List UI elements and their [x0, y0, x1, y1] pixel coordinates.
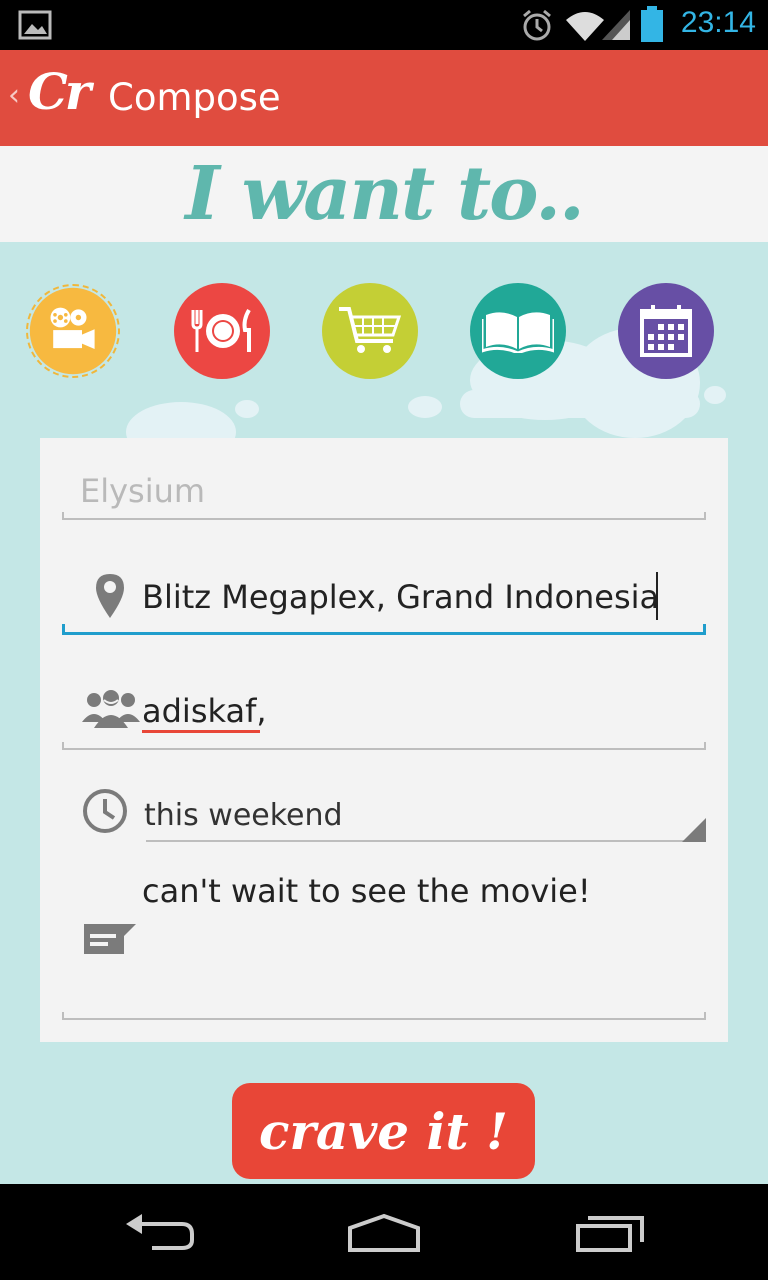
title-input[interactable]: Elysium	[80, 472, 205, 510]
friends-underline-tick	[704, 742, 706, 750]
title-underline-tick	[62, 512, 64, 520]
calendar-icon	[640, 305, 692, 357]
page-title: I want to..	[185, 151, 585, 237]
compose-form: Elysium Blitz Megaplex, Grand Indonesia …	[40, 438, 728, 1042]
message-underline-tick	[704, 1012, 706, 1020]
battery-icon	[641, 6, 663, 42]
location-underline-focused	[62, 632, 706, 635]
action-bar: ‹ Cr Compose	[0, 50, 768, 146]
plate-cutlery-icon	[191, 308, 251, 352]
friends-underline	[62, 748, 706, 750]
movie-camera-icon	[50, 307, 95, 349]
app-logo[interactable]: Cr	[28, 62, 91, 121]
cloud-decoration	[408, 396, 442, 418]
category-movie-button[interactable]	[29, 287, 117, 375]
location-pin-icon	[96, 574, 124, 618]
title-underline-tick	[704, 512, 706, 520]
crave-it-button[interactable]: crave it !	[232, 1083, 535, 1179]
open-book-icon	[482, 312, 554, 353]
shopping-cart-icon	[339, 307, 402, 353]
location-underline-tick	[703, 624, 706, 634]
crave-it-label: crave it !	[259, 1101, 508, 1161]
signal-icon	[602, 10, 630, 40]
cloud-decoration	[235, 400, 259, 418]
status-bar: 23:14	[0, 0, 768, 50]
message-input[interactable]: can't wait to see the movie!	[142, 872, 591, 910]
friends-input[interactable]: adiskaf,	[142, 692, 267, 730]
status-clock: 23:14	[680, 6, 756, 39]
clock-icon	[83, 789, 127, 833]
message-underline-tick	[62, 1012, 64, 1020]
gallery-notification-icon	[18, 10, 52, 40]
recent-apps-icon[interactable]	[574, 1214, 646, 1254]
text-cursor	[656, 572, 658, 620]
message-underline	[62, 1018, 706, 1020]
alarm-icon	[523, 9, 551, 41]
title-underline	[62, 518, 706, 520]
location-underline-tick	[62, 624, 65, 634]
time-spinner[interactable]: this weekend	[144, 798, 343, 833]
category-food-button[interactable]	[174, 283, 270, 379]
message-icon	[84, 924, 136, 954]
back-chevron-icon[interactable]: ‹	[8, 78, 20, 113]
home-icon[interactable]	[346, 1212, 422, 1254]
cloud-decoration	[460, 390, 700, 418]
friends-underline-tick	[62, 742, 64, 750]
back-icon[interactable]	[124, 1214, 196, 1254]
category-reading-button[interactable]	[470, 283, 566, 379]
action-bar-title: Compose	[108, 76, 281, 119]
location-input[interactable]: Blitz Megaplex, Grand Indonesia	[142, 578, 659, 616]
category-event-button[interactable]	[618, 283, 714, 379]
time-spinner-underline	[146, 840, 706, 842]
people-group-icon	[82, 688, 140, 728]
category-shopping-button[interactable]	[322, 283, 418, 379]
navigation-bar	[0, 1184, 768, 1280]
cloud-decoration	[704, 386, 726, 404]
spinner-dropdown-arrow-icon[interactable]	[682, 818, 706, 842]
spellcheck-underline	[142, 730, 260, 733]
